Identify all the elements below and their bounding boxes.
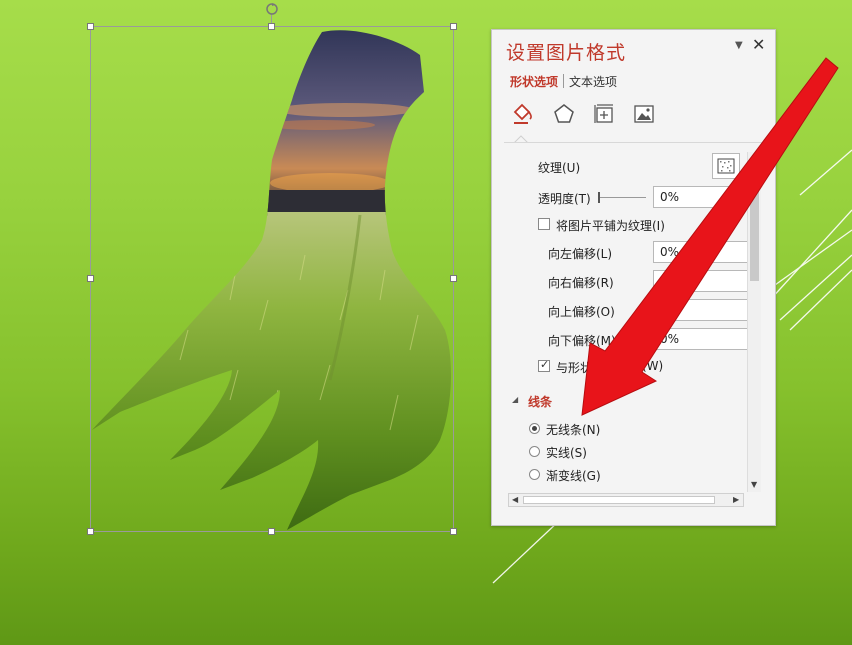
- solid-line-label: 实线(S): [546, 446, 587, 460]
- offset-up-input[interactable]: 0%: [653, 299, 748, 321]
- scroll-right-arrow-icon[interactable]: ▶: [733, 495, 739, 504]
- vertical-scroll-thumb[interactable]: [750, 166, 759, 281]
- tab-shape-options[interactable]: 形状选项: [510, 73, 558, 90]
- resize-handle-bottom-left[interactable]: [87, 528, 94, 535]
- transparency-label: 透明度(T): [538, 192, 591, 206]
- format-picture-pane: 设置图片格式 ▼ ✕ 形状选项 文本选项 纹理(U) 透明度(T) 0% 将图片…: [491, 29, 776, 526]
- offset-down-input[interactable]: 0%: [653, 328, 748, 350]
- fill-line-icon[interactable]: [510, 102, 534, 126]
- offset-left-input[interactable]: 0%: [653, 241, 748, 263]
- rotate-with-shape-label-start: 与形状: [556, 361, 593, 375]
- resize-handle-bottom-middle[interactable]: [268, 528, 275, 535]
- resize-handle-top-middle[interactable]: [268, 23, 275, 30]
- icon-row-divider: [504, 142, 764, 143]
- horizontal-scroll-thumb[interactable]: [523, 496, 715, 504]
- effects-pentagon-icon[interactable]: [552, 102, 576, 126]
- solid-line-radio[interactable]: [529, 446, 540, 457]
- no-line-radio[interactable]: [529, 423, 540, 434]
- transparency-slider[interactable]: [598, 192, 646, 203]
- transparency-slider-handle[interactable]: [598, 192, 600, 203]
- tab-text-options[interactable]: 文本选项: [569, 73, 617, 90]
- texture-swatch-icon: [717, 158, 735, 174]
- pane-close-icon[interactable]: ✕: [752, 35, 765, 54]
- offset-right-input[interactable]: 0%: [653, 270, 748, 292]
- scroll-up-arrow-icon[interactable]: ▲: [751, 153, 757, 162]
- resize-handle-middle-left[interactable]: [87, 275, 94, 282]
- picture-icon[interactable]: [632, 102, 656, 126]
- pane-vertical-scrollbar[interactable]: ▲ ▼: [747, 152, 761, 492]
- texture-label: 纹理(U): [538, 161, 581, 175]
- resize-handle-middle-right[interactable]: [450, 275, 457, 282]
- scroll-left-arrow-icon[interactable]: ◀: [512, 495, 518, 504]
- pane-options-dropdown-icon[interactable]: ▼: [735, 40, 743, 51]
- resize-handle-top-left[interactable]: [87, 23, 94, 30]
- offset-right-label: 向右偏移(R): [548, 276, 614, 290]
- line-section-header[interactable]: 线条: [528, 393, 552, 410]
- scroll-down-arrow-icon[interactable]: ▼: [751, 480, 757, 489]
- line-section-collapse-icon[interactable]: ◢: [512, 395, 518, 404]
- resize-handle-top-right[interactable]: [450, 23, 457, 30]
- pane-tabs: 形状选项 文本选项: [510, 73, 617, 90]
- resize-handle-bottom-right[interactable]: [450, 528, 457, 535]
- tile-picture-label: 将图片平铺为纹理(I): [556, 219, 665, 233]
- transparency-input[interactable]: 0%: [653, 186, 748, 208]
- gradient-line-label: 渐变线(G): [546, 469, 601, 483]
- offset-left-label: 向左偏移(L): [548, 247, 613, 261]
- rotate-handle-icon[interactable]: [265, 2, 279, 16]
- rotate-with-shape-checkbox[interactable]: [538, 358, 550, 372]
- picture-selection-frame[interactable]: [90, 26, 454, 532]
- pane-horizontal-scrollbar[interactable]: ◀ ▶: [508, 493, 744, 507]
- tile-picture-checkbox[interactable]: [538, 218, 550, 230]
- rotate-with-shape-label-end: (W): [642, 359, 664, 373]
- texture-picker-button[interactable]: [712, 153, 740, 179]
- pane-content: 纹理(U) 透明度(T) 0% 将图片平铺为纹理(I) 向左偏移(L) 0% 向…: [492, 148, 748, 493]
- offset-up-label: 向上偏移(O): [548, 305, 615, 319]
- size-properties-icon[interactable]: [592, 102, 616, 126]
- pane-title: 设置图片格式: [506, 42, 627, 64]
- no-line-label: 无线条(N): [546, 423, 601, 437]
- offset-down-label: 向下偏移(M): [548, 334, 616, 348]
- gradient-line-radio[interactable]: [529, 469, 540, 480]
- tab-separator: [563, 74, 565, 88]
